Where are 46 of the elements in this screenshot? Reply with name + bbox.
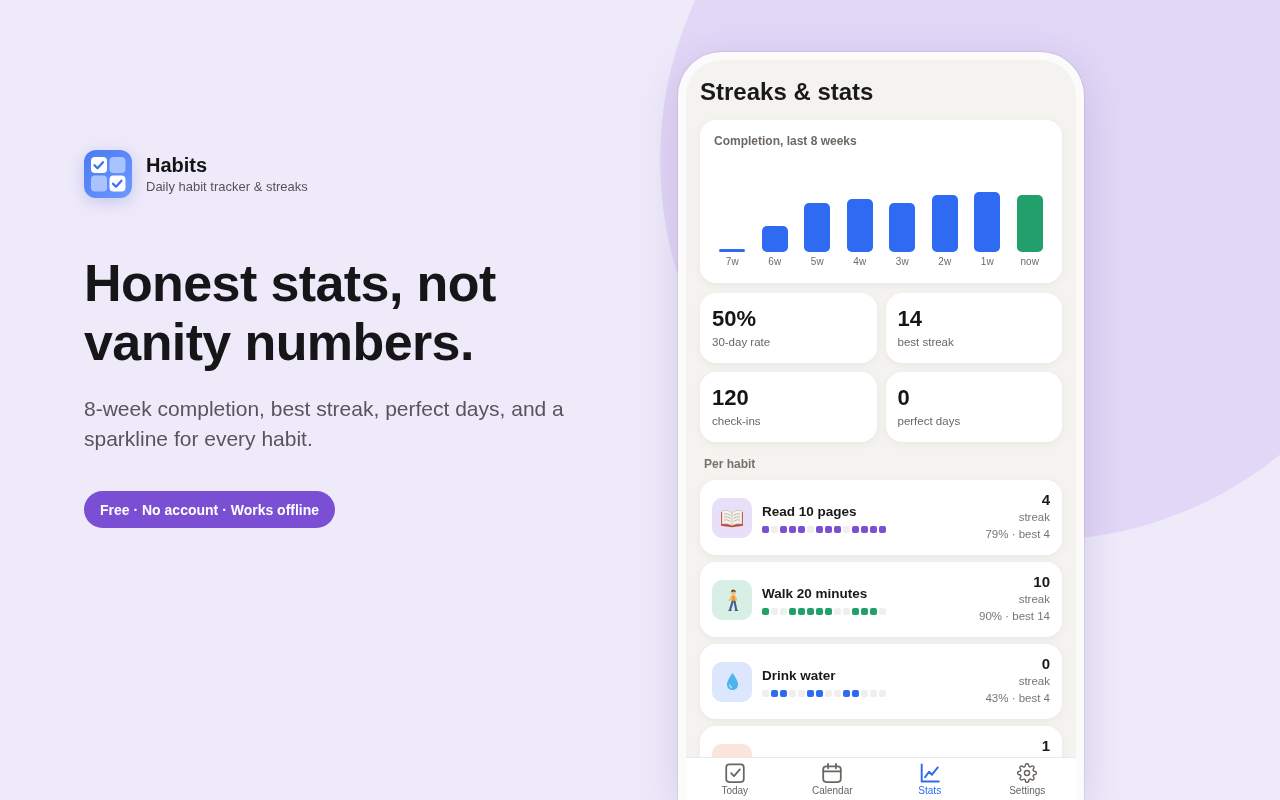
stat-label: 30-day rate: [712, 335, 771, 349]
checkbox-icon: [724, 763, 745, 783]
screen-title: Streaks & stats: [699, 77, 875, 106]
settings-icon: [1017, 763, 1038, 783]
week-label: 2w: [938, 256, 952, 268]
habit-summary: 79% · best 4: [985, 527, 1050, 542]
streak-count: 10: [1033, 573, 1050, 591]
week-label: 5w: [810, 256, 824, 268]
stat-value: 120: [712, 385, 749, 411]
subheadline: 8-week completion, best streak, perfect days, and a sparkline for every habit.: [84, 396, 565, 452]
habit-summary: 90% · best 14: [979, 609, 1050, 624]
streak-count: 0: [1041, 655, 1050, 673]
nav-tab[interactable]: Settings: [978, 758, 1076, 800]
week-label: now: [1020, 256, 1039, 268]
week-label: 4w: [853, 256, 867, 268]
calendar-icon: [822, 763, 843, 783]
week-label: 1w: [980, 256, 994, 268]
app-name: Habits: [146, 153, 209, 177]
week-label: 6w: [768, 256, 782, 268]
streak-label: streak: [1018, 592, 1050, 607]
nav-tab[interactable]: Calendar: [783, 758, 881, 800]
streak-count: 1: [1041, 737, 1050, 755]
section-label: Per habit: [703, 457, 757, 471]
app-tagline: Daily habit tracker & streaks: [146, 179, 308, 195]
stat-value: 0: [897, 385, 910, 411]
stat-label: best streak: [897, 335, 954, 349]
stat-label: check-ins: [712, 414, 761, 428]
habit-name: Drink water: [762, 666, 836, 685]
week-label: 3w: [895, 256, 909, 268]
habit-name: Walk 20 minutes: [762, 584, 868, 603]
nav-tab[interactable]: Stats: [881, 758, 979, 800]
week-label: 7w: [725, 256, 739, 268]
habit-name: Read 10 pages: [762, 502, 857, 521]
streak-label: streak: [1018, 510, 1050, 525]
stat-value: 14: [897, 306, 922, 332]
stat-value: 50%: [712, 306, 757, 332]
feature-badge: Free · No account · Works offline: [84, 491, 336, 528]
headline: Honest stats, not vanity numbers.: [84, 254, 497, 372]
stat-label: perfect days: [897, 414, 961, 428]
streak-label: streak: [1018, 674, 1050, 689]
app-logo-icon: [84, 150, 132, 198]
chart-title: Completion, last 8 weeks: [713, 134, 858, 148]
nav-tab[interactable]: Today: [686, 758, 784, 800]
streak-count: 4: [1041, 491, 1050, 509]
habit-summary: 43% · best 4: [985, 691, 1050, 706]
line-chart-icon: [919, 763, 940, 783]
